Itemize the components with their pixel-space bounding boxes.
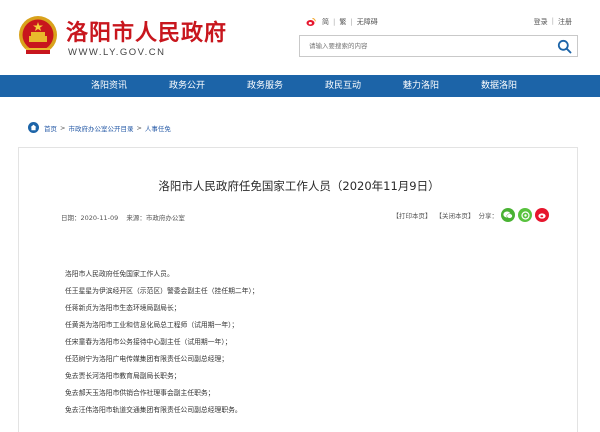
user-links: 登录 | 注册: [534, 17, 572, 27]
top-links: 简 | 繁 | 无障碍: [306, 17, 378, 27]
nav-item-gov-affairs-open[interactable]: 政务公开: [148, 75, 226, 97]
article-paragraph: 任蒋新贞为洛阳市生态环境局副局长；: [65, 304, 181, 312]
breadcrumb-separator: >: [136, 123, 142, 132]
wechat-icon[interactable]: [501, 208, 515, 222]
article-body: 洛阳市人民政府任免国家工作人员。 任王星星为伊滨经开区（示范区）警委会副主任（挂…: [65, 266, 535, 419]
close-page-button[interactable]: 【关闭本页】: [436, 210, 475, 220]
article-meta: 日期：2020-11-09 来源：市政府办公室: [61, 212, 191, 222]
article-tools: 【打印本页】 【关闭本页】 分享：: [393, 208, 549, 222]
breadcrumb-personnel[interactable]: 人事任免: [145, 123, 171, 133]
article-paragraph: 任黄尧为洛阳市工业和信息化局总工程师（试用期一年）；: [65, 321, 239, 329]
site-title[interactable]: 洛阳市人民政府: [66, 15, 227, 47]
article-source: 来源：市政府办公室: [126, 214, 185, 222]
breadcrumb-directory[interactable]: 市政府办公室公开目录: [68, 123, 133, 133]
moments-icon[interactable]: [518, 208, 532, 222]
divider: |: [350, 18, 353, 26]
search-input[interactable]: [300, 36, 540, 56]
weibo-share-icon[interactable]: [535, 208, 549, 222]
article-paragraph: 任范树宁为洛阳广电传媒集团有限责任公司副总经理；: [65, 355, 229, 363]
divider: |: [551, 17, 554, 25]
search-icon[interactable]: [557, 39, 572, 54]
breadcrumb: 首页 > 市政府办公室公开目录 > 人事任免: [28, 122, 171, 133]
article-paragraph: 免去郝天玉洛阳市供销合作社理事会副主任职务；: [65, 389, 215, 397]
lang-simplified-link[interactable]: 简: [322, 17, 329, 27]
article-paragraph: 洛阳市人民政府任免国家工作人员。: [65, 270, 174, 278]
search-box: [299, 35, 578, 57]
share-label: 分享：: [478, 212, 499, 220]
home-icon: [28, 122, 39, 133]
site-url: WWW.LY.GOV.CN: [68, 47, 166, 58]
article-paragraph: 免去汪伟洛阳市轨道交通集团有限责任公司副总经理职务。: [65, 406, 242, 414]
article-card: 洛阳市人民政府任免国家工作人员（2020年11月9日） 日期：2020-11-0…: [18, 147, 578, 432]
article-date: 日期：2020-11-09: [61, 214, 119, 222]
register-link[interactable]: 注册: [558, 17, 572, 27]
main-nav: 洛阳资讯 政务公开 政务服务 政民互动 魅力洛阳 数据洛阳: [0, 75, 600, 97]
print-button[interactable]: 【打印本页】: [393, 210, 432, 220]
breadcrumb-separator: >: [60, 123, 66, 132]
breadcrumb-home[interactable]: 首页: [44, 123, 57, 133]
article-paragraph: 免去贾长河洛阳市教育局副局长职务；: [65, 372, 181, 380]
national-emblem-icon[interactable]: [18, 14, 58, 58]
accessibility-link[interactable]: 无障碍: [357, 17, 378, 27]
weibo-icon[interactable]: [306, 17, 316, 27]
article-paragraph: 任宋童春为洛阳市公务接待中心副主任（试用期一年）；: [65, 338, 232, 346]
login-link[interactable]: 登录: [534, 17, 548, 27]
article-title: 洛阳市人民政府任免国家工作人员（2020年11月9日）: [158, 179, 440, 193]
nav-item-charm[interactable]: 魅力洛阳: [382, 75, 460, 97]
nav-item-news[interactable]: 洛阳资讯: [70, 75, 148, 97]
divider: |: [333, 18, 336, 26]
nav-item-data[interactable]: 数据洛阳: [460, 75, 538, 97]
site-header: 洛阳市人民政府 WWW.LY.GOV.CN 简 | 繁 | 无障碍 登录 | 注…: [0, 0, 600, 75]
nav-item-gov-services[interactable]: 政务服务: [226, 75, 304, 97]
lang-traditional-link[interactable]: 繁: [339, 17, 346, 27]
article-paragraph: 任王星星为伊滨经开区（示范区）警委会副主任（挂任期二年）；: [65, 287, 259, 295]
nav-item-interaction[interactable]: 政民互动: [304, 75, 382, 97]
